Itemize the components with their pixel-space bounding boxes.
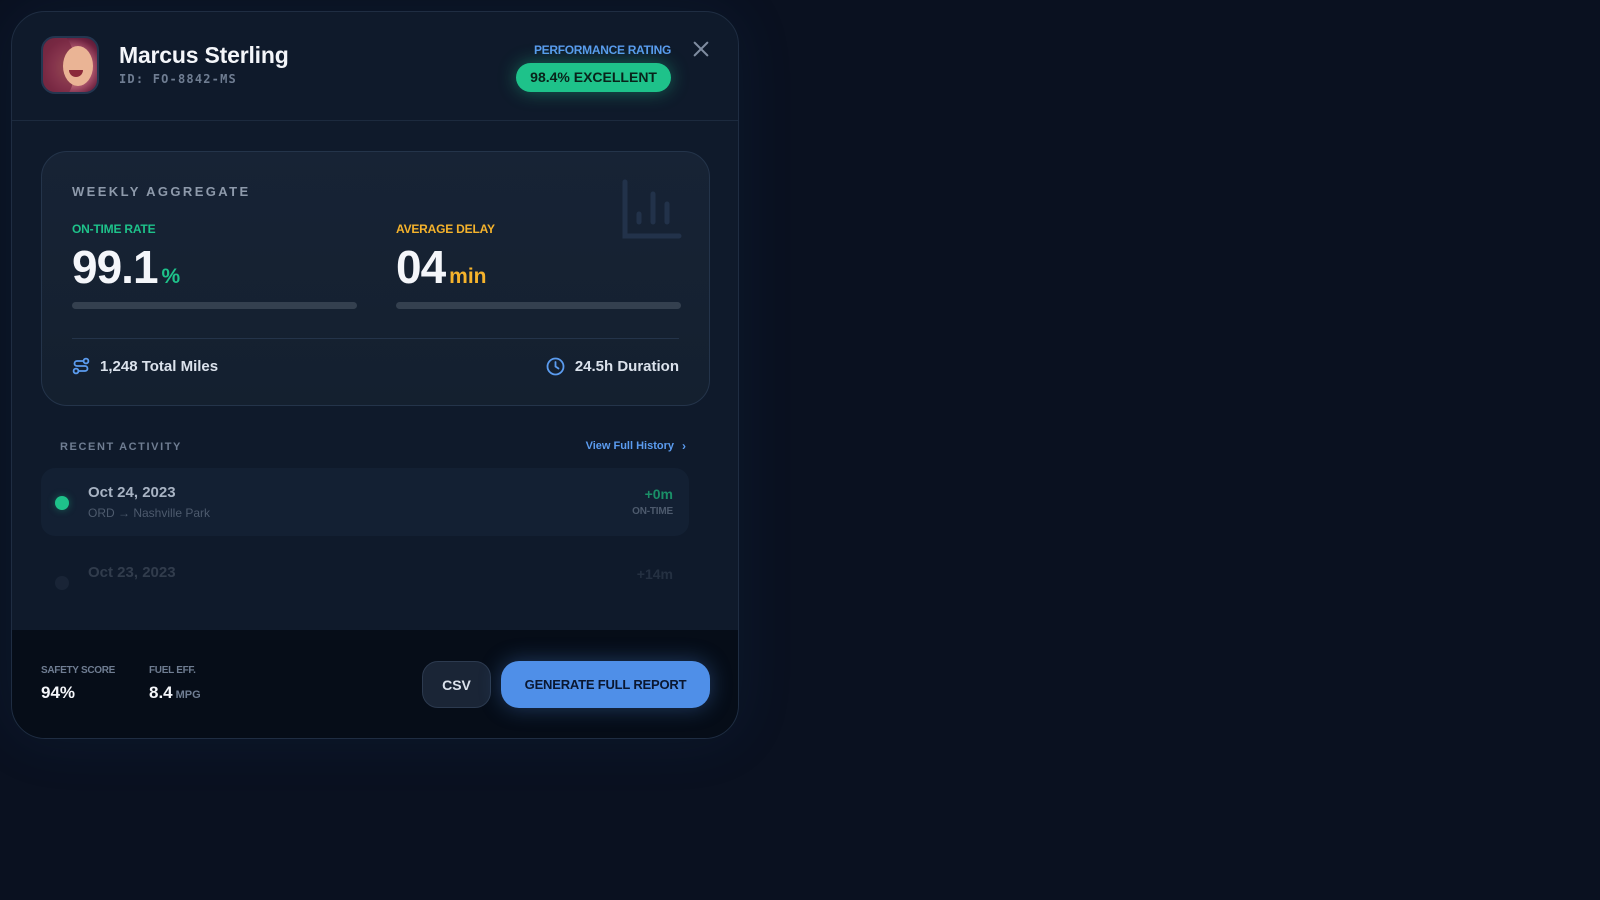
total-miles-stat: 1,248 Total Miles [72, 357, 218, 375]
activity-delay: +0m [644, 486, 673, 502]
bottom-bar: SAFETY SCORE 94% FUEL EFF. 8.4 MPG CSV GE… [12, 630, 738, 738]
fuel-efficiency-value: 8.4 MPG [149, 683, 201, 702]
activity-item[interactable]: Oct 24, 2023 ORD → Nashville Park +0m ON… [41, 468, 689, 536]
safety-score-value: 94% [41, 683, 76, 702]
fuel-efficiency-stat: FUEL EFF. 8.4 MPG [149, 665, 201, 703]
activity-status: ON-TIME [632, 506, 673, 517]
route-icon [72, 357, 90, 375]
activity-date: Oct 23, 2023 [88, 564, 176, 581]
status-dot [55, 576, 69, 590]
divider [72, 338, 679, 339]
fuel-efficiency-label: FUEL EFF. [149, 665, 196, 676]
on-time-rate-unit: % [161, 265, 181, 288]
duration-text: 24.5h Duration [574, 358, 679, 375]
activity-route: ORD → Nashville Park [88, 506, 211, 520]
weekly-aggregate-title: WEEKLY AGGREGATE [72, 184, 251, 199]
view-full-history-link[interactable]: View Full History › [586, 439, 686, 453]
chevron-right-icon: › [682, 439, 686, 453]
driver-id: ID: FO-8842-MS [119, 72, 237, 86]
on-time-rate-metric: ON-TIME RATE 99.1% [72, 222, 357, 302]
average-delay-metric: AVERAGE DELAY 04 min [396, 222, 681, 302]
average-delay-label: AVERAGE DELAY [396, 222, 495, 236]
safety-score-stat: SAFETY SCORE 94% [41, 665, 115, 703]
performance-rating-label: PERFORMANCE RATING [533, 43, 671, 57]
safety-score-label: SAFETY SCORE [41, 665, 116, 676]
status-dot [55, 496, 69, 510]
panel-header: Marcus Sterling ID: FO-8842-MS PERFORMAN… [12, 12, 738, 121]
on-time-rate-label: ON-TIME RATE [72, 222, 156, 236]
recent-activity-title: RECENT ACTIVITY [60, 441, 182, 453]
fuel-efficiency-unit: MPG [175, 689, 201, 701]
activity-item[interactable]: Oct 23, 2023 +14m [41, 548, 689, 616]
duration-stat: 24.5h Duration [546, 357, 679, 376]
total-miles-text: 1,248 Total Miles [100, 357, 219, 375]
avatar [41, 36, 99, 94]
on-time-rate-bar [72, 302, 357, 309]
activity-delay: +14m [636, 566, 673, 582]
average-delay-bar [396, 302, 681, 309]
weekly-aggregate-card: WEEKLY AGGREGATE ON-TIME RATE 99.1% AVER… [41, 151, 710, 406]
on-time-rate-value: 99.1% [72, 241, 181, 293]
average-delay-unit: min [449, 265, 487, 288]
activity-date: Oct 24, 2023 [88, 484, 176, 501]
driver-performance-panel: Marcus Sterling ID: FO-8842-MS PERFORMAN… [11, 11, 739, 739]
performance-rating-badge: 98.4% EXCELLENT [516, 63, 671, 92]
csv-button[interactable]: CSV [422, 661, 491, 708]
clock-icon [546, 357, 565, 376]
generate-full-report-button[interactable]: GENERATE FULL REPORT [501, 661, 710, 708]
close-icon[interactable] [692, 40, 710, 58]
driver-name: Marcus Sterling [119, 42, 289, 68]
average-delay-value: 04 min [396, 241, 487, 293]
